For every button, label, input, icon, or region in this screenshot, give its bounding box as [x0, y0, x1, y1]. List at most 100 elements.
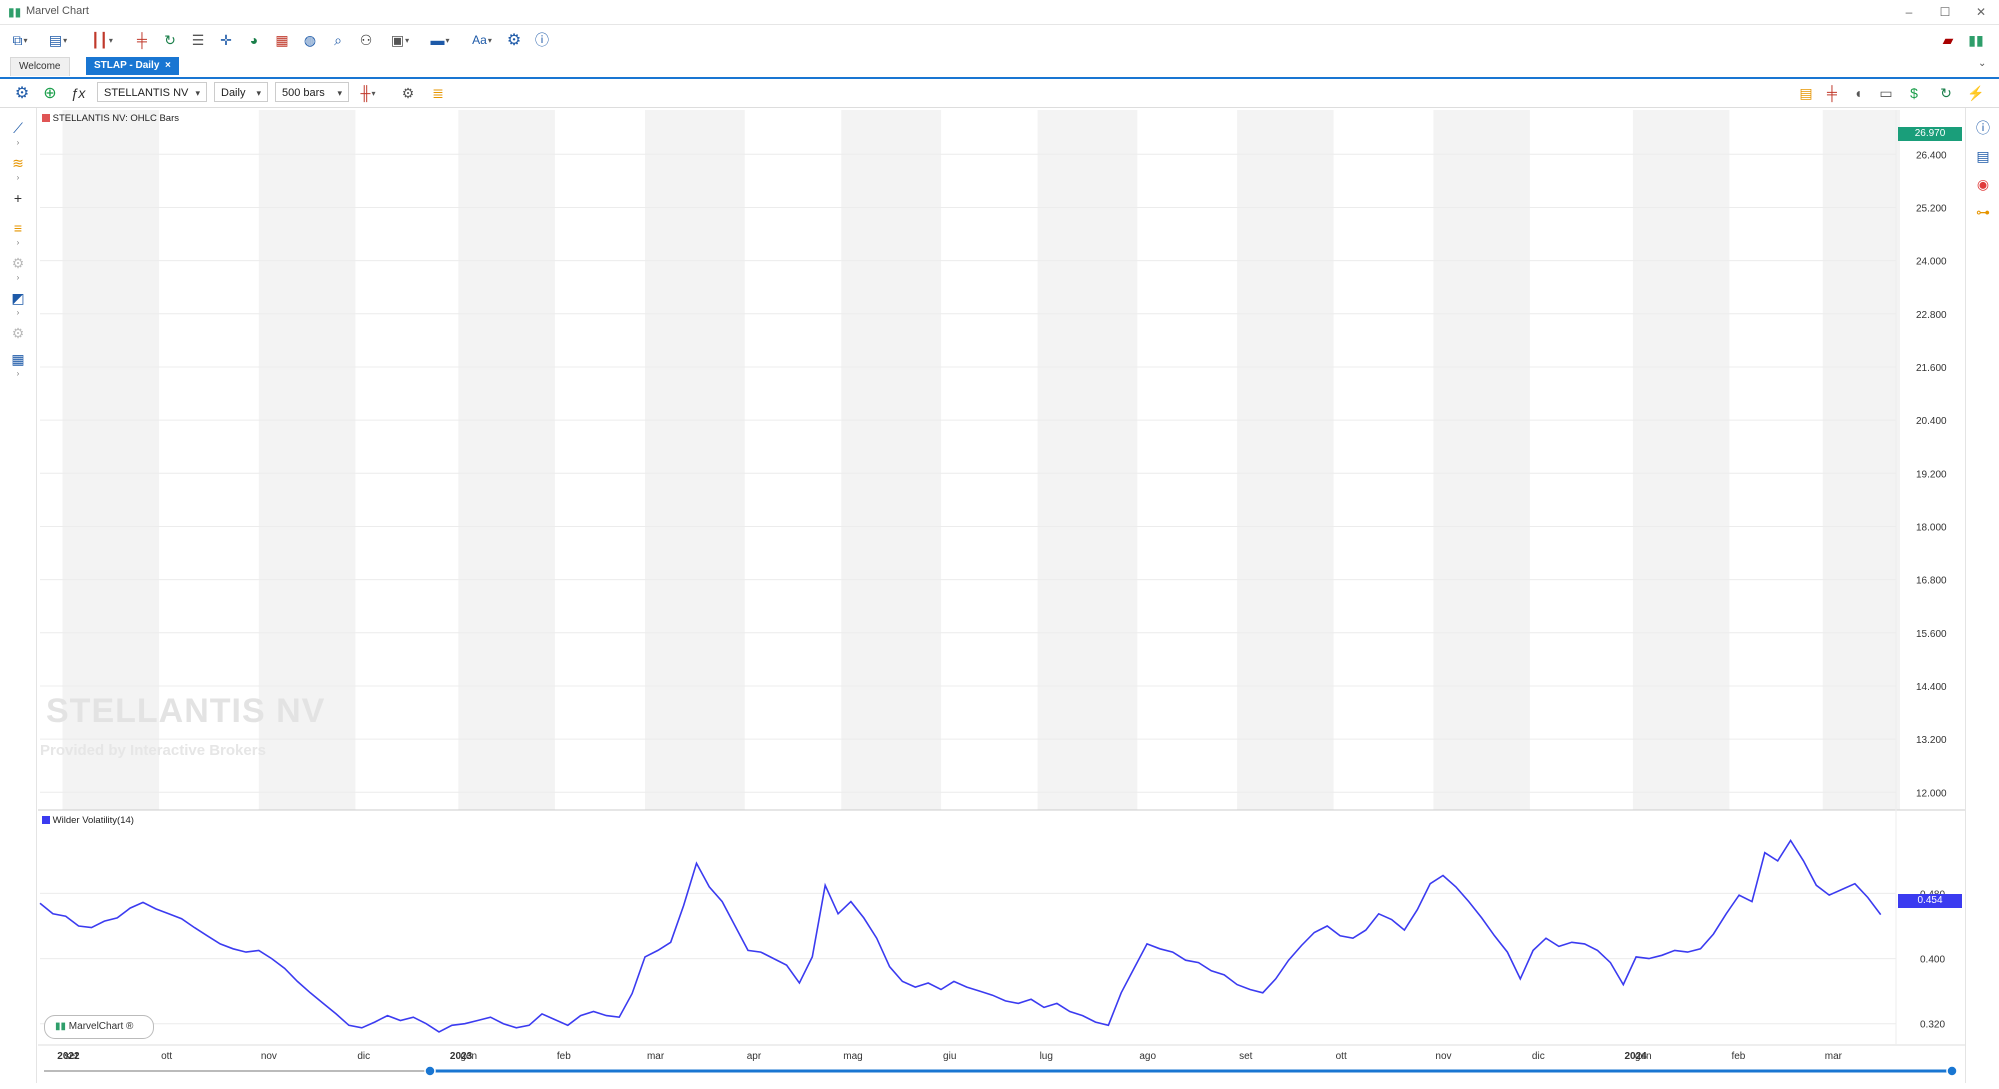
ohlc-bar: [759, 569, 762, 582]
ohlc-bar: [1618, 383, 1621, 399]
ohlc-bar: [1232, 569, 1235, 578]
ohlc-bar: [421, 725, 424, 745]
ohlc-bar: [1412, 560, 1415, 573]
ohlc-bar: [1200, 581, 1203, 602]
ohlc-bar: [1380, 475, 1383, 509]
ohlc-bar: [1754, 329, 1757, 341]
ohlc-bar: [605, 623, 608, 646]
price-axis-tick-label: 26.400: [1916, 150, 1947, 161]
ohlc-bar: [981, 636, 984, 653]
ohlc-bar: [1763, 312, 1766, 339]
price-axis-tick-label: 25.200: [1916, 203, 1947, 214]
last-price-badge: 26.970: [1898, 127, 1962, 141]
ohlc-bar: [1030, 606, 1033, 634]
ohlc-bar: [1567, 374, 1570, 402]
indicator-legend: Wilder Volatility(14): [42, 815, 134, 826]
ohlc-bar: [1367, 486, 1370, 498]
marvelchart-badge-label: MarvelChart ®: [68, 1021, 134, 1032]
ohlc-bar: [1155, 514, 1158, 546]
ohlc-bar: [782, 565, 785, 576]
ohlc-bar: [1190, 581, 1193, 595]
month-shade-band: [1237, 110, 1334, 810]
ohlc-bar: [164, 775, 167, 789]
ohlc-bar: [190, 760, 193, 770]
ohlc-bar: [1020, 636, 1023, 639]
indicator-axis-tick-label: 0.400: [1920, 955, 1945, 966]
ohlc-bar: [1184, 560, 1187, 578]
ohlc-bar: [380, 689, 383, 721]
ohlc-bar: [1786, 229, 1789, 295]
ohlc-bar: [1210, 583, 1213, 598]
ohlc-bar: [592, 645, 595, 659]
ohlc-bar: [1429, 529, 1432, 549]
ohlc-bar: [579, 642, 582, 674]
ohlc-bar: [627, 597, 630, 617]
time-axis-month-label: gen: [460, 1051, 477, 1062]
ohlc-bar: [437, 727, 440, 743]
chart-canvas[interactable]: 26.400 25.200 24.000 22.800 21.600 20.400 19.2…: [0, 0, 1999, 1089]
ohlc-bar: [1570, 379, 1573, 396]
ohlc-bar: [824, 658, 827, 668]
ohlc-bar: [1425, 545, 1428, 570]
time-axis-month-label: nov: [1435, 1051, 1451, 1062]
ohlc-bar: [952, 641, 955, 671]
ohlc-bar: [1747, 346, 1750, 357]
month-shade-band: [1632, 110, 1730, 810]
scrollbar-right-handle[interactable]: [1946, 1065, 1958, 1077]
ohlc-bar: [1010, 640, 1013, 655]
price-legend-swatch: [42, 114, 50, 123]
ohlc-bar: [1541, 416, 1544, 439]
ohlc-bar: [1142, 495, 1145, 517]
time-axis-month-label: mar: [647, 1051, 665, 1062]
ohlc-bar: [1766, 305, 1769, 326]
ohlc-bar: [1403, 516, 1406, 545]
ohlc-bar: [376, 689, 379, 695]
ohlc-bar: [1213, 579, 1216, 593]
ohlc-bar: [1744, 345, 1747, 366]
ohlc-bar: [1583, 383, 1586, 388]
ohlc-bar: [1145, 509, 1148, 528]
time-axis-month-label: apr: [747, 1051, 762, 1062]
ohlc-bar: [1387, 504, 1390, 524]
time-axis-month-label: set: [65, 1051, 79, 1062]
price-legend-label: STELLANTIS NV: OHLC Bars: [52, 113, 179, 124]
month-shade-band: [1822, 110, 1900, 810]
ohlc-bar: [1161, 528, 1164, 547]
ohlc-bar: [1187, 568, 1190, 598]
ohlc-bar: [1750, 334, 1753, 358]
ohlc-bar: [367, 661, 370, 676]
ohlc-bar: [1815, 243, 1818, 250]
ohlc-bar: [1335, 517, 1338, 542]
ohlc-bar: [624, 602, 627, 622]
price-axis-tick-label: 21.600: [1916, 363, 1947, 374]
marvelchart-logo-icon: ▮▮: [55, 1021, 67, 1032]
ohlc-bar: [1338, 532, 1341, 546]
ohlc-bar: [1731, 374, 1734, 388]
ohlc-bar: [167, 780, 170, 788]
indicator-axis-tick-label: 0.320: [1920, 1020, 1945, 1031]
volatility-line: [39, 839, 1882, 1033]
ohlc-bar: [396, 706, 399, 719]
ohlc-bar: [425, 726, 428, 748]
ohlc-bar: [1393, 503, 1396, 521]
ohlc-bar: [1390, 510, 1393, 514]
ohlc-bar: [54, 733, 57, 741]
ohlc-bar: [798, 600, 801, 636]
ohlc-bar: [1538, 427, 1541, 473]
ohlc-bar: [1023, 626, 1026, 642]
ohlc-bar: [1026, 619, 1029, 634]
ohlc-bar: [370, 665, 373, 694]
scrollbar-left-handle[interactable]: [424, 1065, 436, 1077]
ohlc-bar: [412, 723, 415, 731]
ohlc-bar: [1181, 565, 1184, 577]
ohlc-bar: [1812, 239, 1815, 255]
ohlc-bar: [621, 611, 624, 634]
price-axis-tick-label: 20.400: [1916, 416, 1947, 427]
time-axis-month-label: dic: [1532, 1051, 1545, 1062]
indicator-legend-swatch: [42, 816, 50, 825]
marvelchart-badge[interactable]: ▮▮ MarvelChart ®: [44, 1015, 154, 1039]
ohlc-bar: [1158, 526, 1161, 538]
time-axis-month-label: giu: [943, 1051, 956, 1062]
ohlc-bar: [959, 632, 962, 652]
indicator-legend-label: Wilder Volatility(14): [52, 815, 134, 826]
